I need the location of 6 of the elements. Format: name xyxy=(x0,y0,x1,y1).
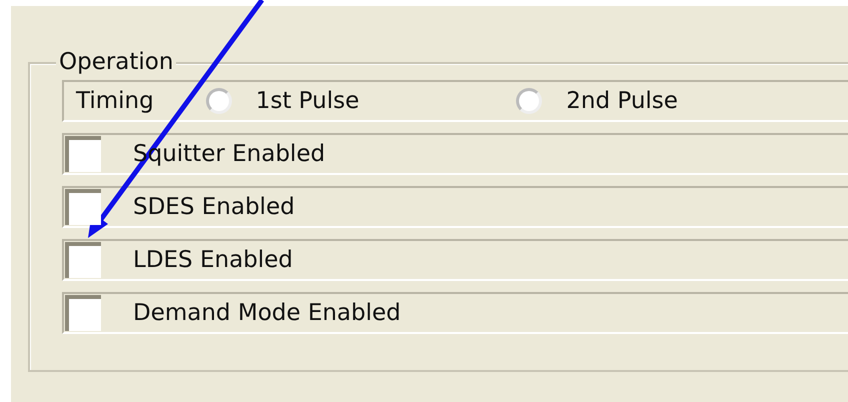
timing-label: Timing xyxy=(76,86,154,116)
radio-label[interactable]: 1st Pulse xyxy=(256,84,360,118)
checkbox-label[interactable]: SDES Enabled xyxy=(133,190,295,224)
checkbox-label[interactable]: Demand Mode Enabled xyxy=(133,296,401,330)
radio-label[interactable]: 2nd Pulse xyxy=(566,84,678,118)
checkbox-label[interactable]: LDES Enabled xyxy=(133,242,293,278)
